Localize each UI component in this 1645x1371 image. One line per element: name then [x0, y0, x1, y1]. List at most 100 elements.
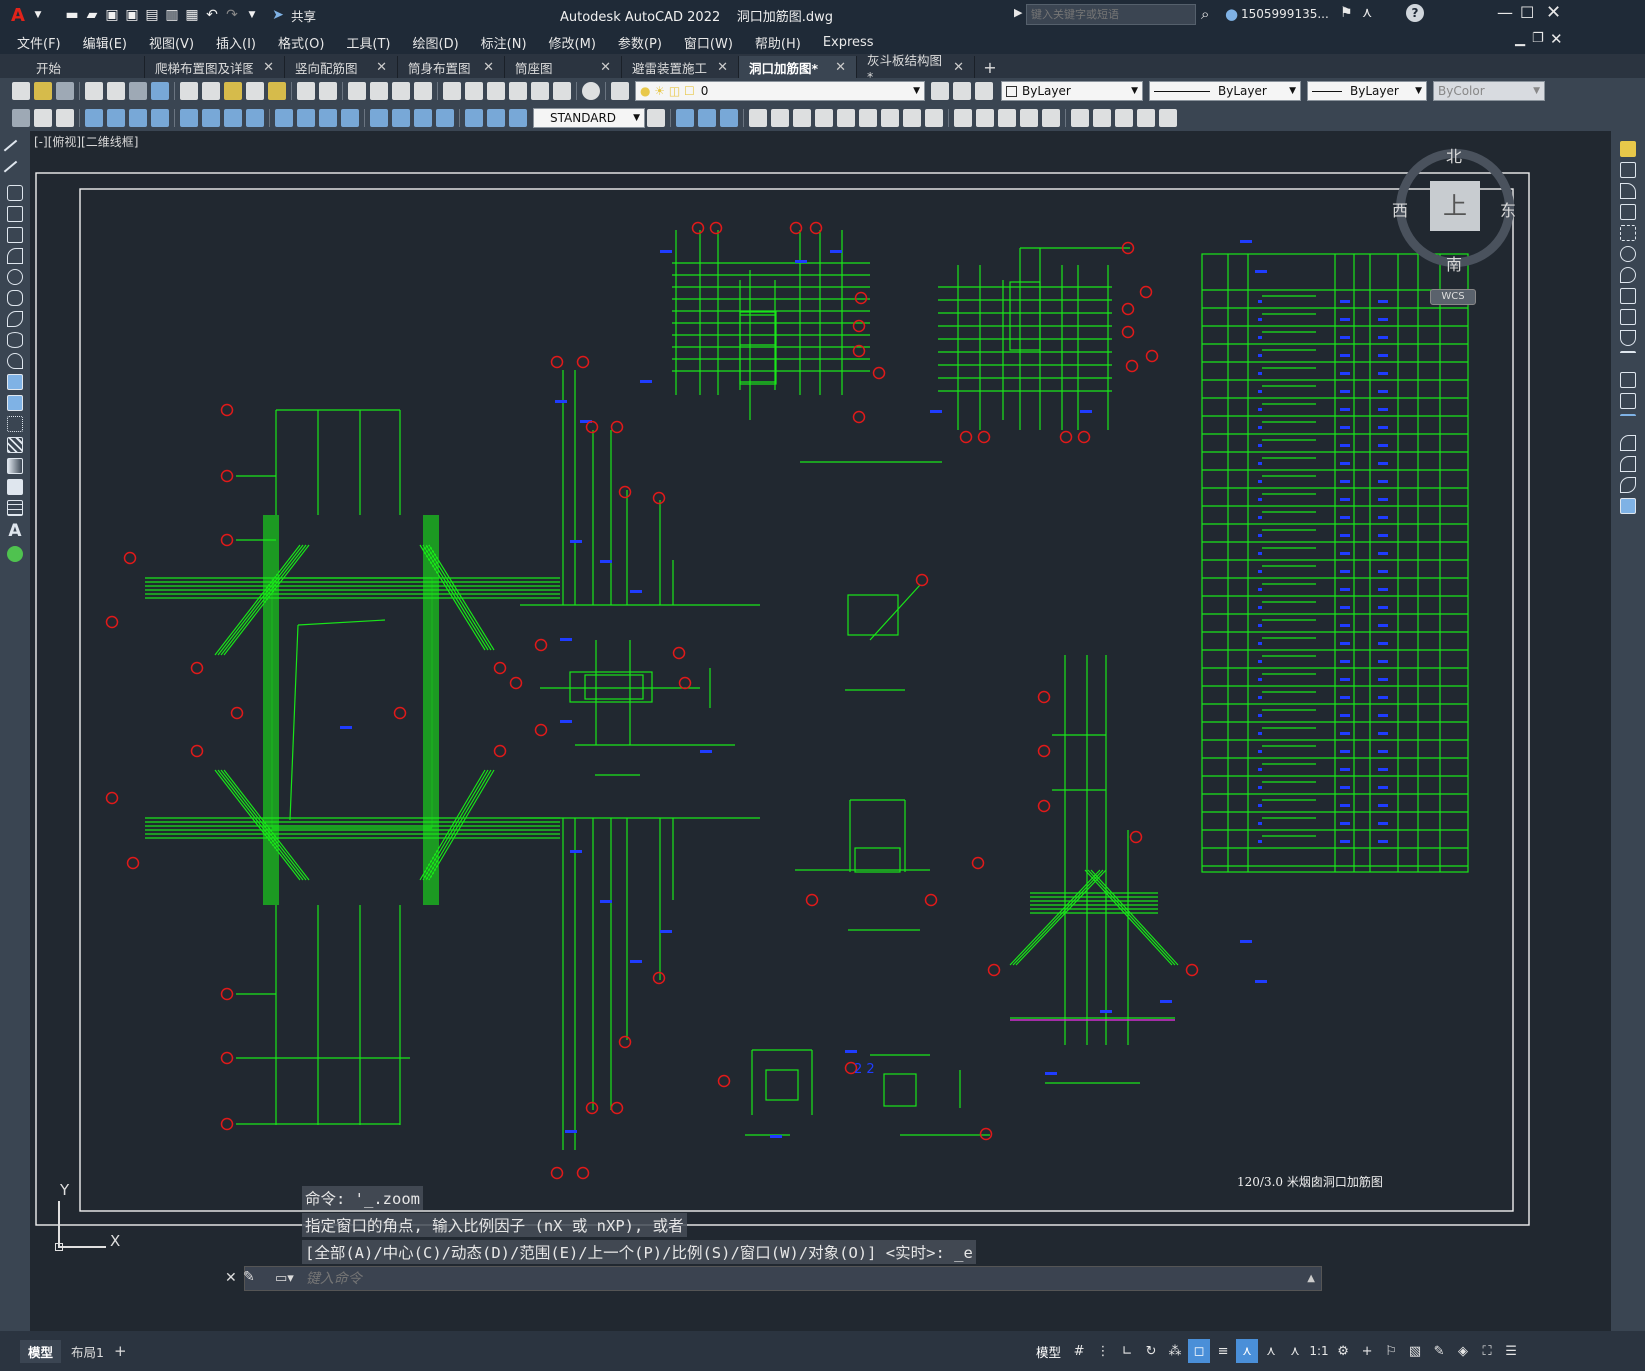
lineweight-dropdown[interactable]: ByLayer ▼ [1307, 81, 1427, 101]
properties-icon[interactable] [443, 82, 461, 100]
tab-climb-ladder[interactable]: 爬梯布置图及详图一 ✕ [145, 56, 285, 78]
inspection-icon[interactable] [414, 108, 432, 127]
region-icon[interactable] [676, 108, 694, 127]
tab-opening-rebar[interactable]: 洞口加筋图* ✕ [739, 56, 857, 78]
polygon-icon[interactable] [7, 206, 23, 222]
make-block-icon[interactable] [1093, 108, 1111, 127]
stretch-icon[interactable] [1620, 309, 1636, 325]
polyline-icon[interactable] [7, 185, 23, 201]
quick-properties-icon[interactable]: ▧ [1404, 1339, 1426, 1363]
paste-icon[interactable] [224, 82, 242, 100]
isodraft-icon[interactable]: ⁂ [1164, 1339, 1186, 1363]
layout-tab-layout1[interactable]: 布局1 [61, 1340, 114, 1363]
markup-icon[interactable] [531, 82, 549, 100]
publish-icon[interactable]: ▥ [162, 4, 182, 26]
dimension-text-edit-icon[interactable] [487, 108, 505, 127]
layer-dropdown[interactable]: ● ☀ ◫ ☐ 0 ▼ [635, 81, 925, 101]
customization-icon[interactable]: ☰ [1500, 1339, 1522, 1363]
fillet-icon[interactable] [976, 108, 994, 127]
continue-dimension-icon[interactable] [319, 108, 337, 127]
diameter-dimension-icon[interactable] [224, 108, 242, 127]
revision-cloud-icon[interactable] [7, 290, 23, 306]
pan-icon[interactable] [348, 82, 366, 100]
open-file-icon[interactable]: ▰ [82, 4, 102, 26]
union-icon[interactable] [698, 108, 716, 127]
redo-icon[interactable] [319, 82, 337, 100]
close-icon[interactable]: ✕ [835, 60, 846, 75]
tab-start[interactable]: 开始 [0, 56, 145, 78]
object-snap-icon[interactable]: ◻ [1188, 1339, 1211, 1363]
sheet-set-icon[interactable] [509, 82, 527, 100]
zoom-window-icon[interactable] [392, 82, 410, 100]
join-icon[interactable] [925, 108, 943, 127]
doc-restore-button[interactable]: ❐ [1532, 31, 1544, 46]
viewcube-north[interactable]: 北 [1446, 143, 1462, 167]
extend-icon[interactable] [1620, 351, 1636, 367]
cut-icon[interactable] [180, 82, 198, 100]
close-icon[interactable]: ✕ [263, 60, 274, 75]
extend-icon[interactable] [881, 108, 899, 127]
block-insert-icon[interactable] [1071, 108, 1089, 127]
user-icon[interactable]: ● [1225, 5, 1238, 23]
make-block-icon[interactable] [7, 395, 23, 411]
break-icon[interactable] [903, 108, 921, 127]
new-icon[interactable] [12, 82, 30, 100]
menu-express[interactable]: Express [812, 35, 885, 50]
layer-match-icon[interactable] [953, 82, 971, 100]
calculator-icon[interactable] [553, 82, 571, 100]
tab-base[interactable]: 筒座图 ✕ [505, 56, 622, 78]
blend-curves-icon[interactable] [1620, 477, 1636, 493]
viewcube-west[interactable]: 西 [1392, 197, 1408, 221]
region-icon[interactable] [7, 479, 23, 495]
menu-parametric[interactable]: 参数(P) [607, 33, 673, 52]
model-space-button[interactable]: 模型 [1036, 1342, 1061, 1361]
dimension-space-icon[interactable] [341, 108, 359, 127]
dimension-update-icon[interactable] [509, 108, 527, 127]
move-icon[interactable] [749, 108, 767, 127]
stretch-icon[interactable] [837, 108, 855, 127]
scale-value[interactable]: 1:1 [1308, 1339, 1330, 1363]
print-icon[interactable]: ▦ [182, 4, 202, 26]
plot-icon[interactable]: ▤ [142, 4, 162, 26]
point-icon[interactable] [7, 416, 23, 432]
plot-icon[interactable] [85, 82, 103, 100]
quick-access-dropdown-icon[interactable]: ▼ [242, 4, 262, 26]
explode-icon[interactable] [998, 108, 1016, 127]
viewcube-east[interactable]: 东 [1500, 197, 1516, 221]
offset-icon[interactable] [1620, 204, 1636, 220]
insert-block-icon[interactable] [7, 374, 23, 390]
text-style-dropdown[interactable]: STANDARD ▼ [533, 107, 645, 128]
annotation-monitor-icon[interactable]: + [1356, 1339, 1378, 1363]
array-icon[interactable] [1620, 225, 1636, 241]
chamfer-icon[interactable] [954, 108, 972, 127]
ellipse-icon[interactable] [7, 332, 23, 348]
search-icon[interactable]: ⌕ [1201, 5, 1209, 23]
new-tab-button[interactable]: + [975, 56, 1005, 78]
wcs-menu[interactable]: WCS [1430, 289, 1476, 305]
lineweight-icon[interactable]: ≡ [1212, 1339, 1234, 1363]
layer-properties-icon[interactable] [611, 82, 629, 100]
viewcube-top-face[interactable]: 上 [1430, 181, 1480, 231]
make-current-layer-icon[interactable] [931, 82, 949, 100]
clean-screen-icon[interactable]: ⛶ [1476, 1339, 1498, 1363]
polar-icon[interactable]: ↻ [1140, 1339, 1162, 1363]
rotate-icon[interactable] [793, 108, 811, 127]
arc-length-icon[interactable] [129, 108, 147, 127]
viewcube-south[interactable]: 南 [1446, 251, 1462, 275]
hatch-icon[interactable] [7, 437, 23, 453]
share-button[interactable]: 共享 [291, 6, 316, 25]
close-window-button[interactable]: ✕ [1546, 2, 1561, 23]
line-icon[interactable] [3, 139, 27, 163]
break-icon[interactable] [1620, 393, 1636, 409]
close-icon[interactable]: ✕ [953, 60, 964, 75]
search-input[interactable] [1026, 4, 1196, 25]
move-icon[interactable] [1620, 246, 1636, 262]
layer-previous-icon[interactable] [975, 82, 993, 100]
break-at-point-icon[interactable] [1620, 372, 1636, 388]
close-icon[interactable]: ✕ [717, 60, 728, 75]
help-icon[interactable] [582, 82, 600, 100]
offset-icon[interactable] [1042, 108, 1060, 127]
undo-icon[interactable]: ↶ [202, 4, 222, 26]
baseline-dimension-icon[interactable] [297, 108, 315, 127]
tolerance-icon[interactable] [370, 108, 388, 127]
